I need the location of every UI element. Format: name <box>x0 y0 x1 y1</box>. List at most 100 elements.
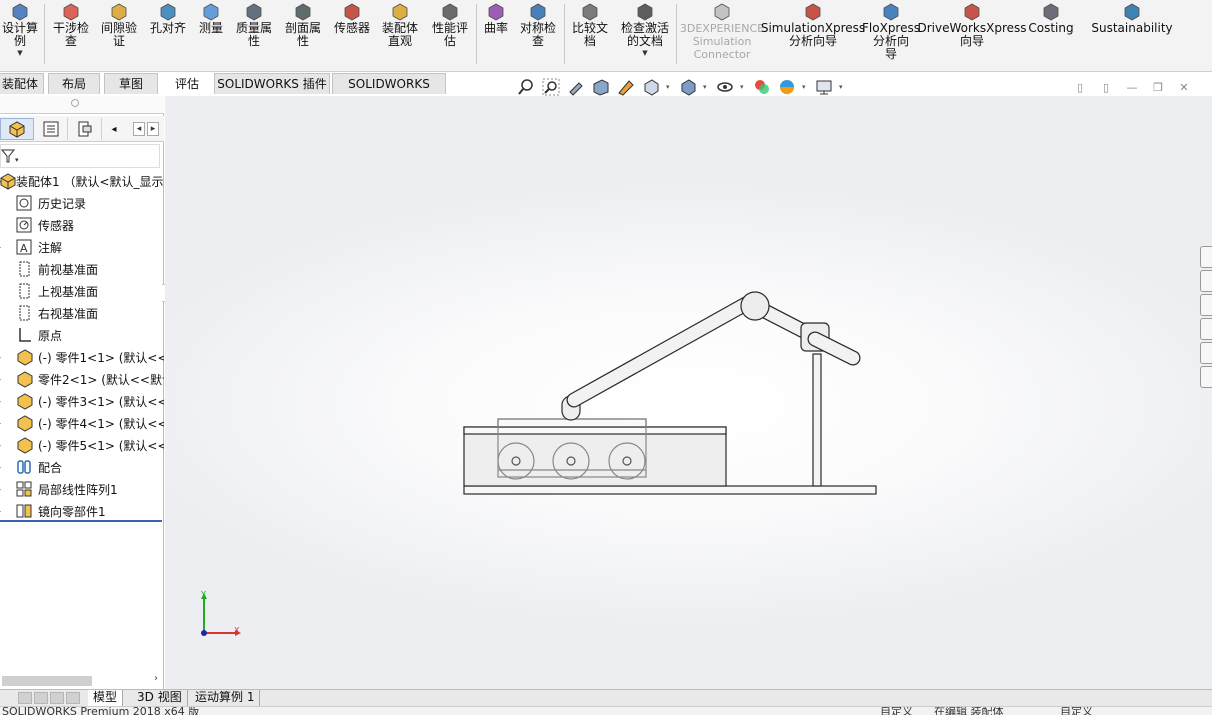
prev-tab-icon[interactable] <box>34 692 48 704</box>
minimize-icon[interactable]: — <box>1124 80 1140 94</box>
performance-evaluation-button[interactable]: 性能评 估 <box>428 2 472 48</box>
expand-arrow-icon[interactable]: › <box>0 485 4 494</box>
curvature-button[interactable]: 曲率 <box>480 2 512 35</box>
tree-filter[interactable]: ▾ <box>0 144 160 168</box>
tab-evaluate[interactable]: 评估 <box>162 73 212 94</box>
check-active-document-button[interactable]: 检查激活 的文档 ▼ <box>616 2 674 57</box>
zoom-to-area-icon[interactable] <box>541 77 561 97</box>
status-units[interactable]: 自定义 <box>1060 707 1093 715</box>
section-view-icon[interactable] <box>591 77 611 97</box>
tab-scroll-right-icon[interactable]: ▸ <box>147 122 159 136</box>
chevron-down-icon[interactable]: ▾ <box>703 83 710 91</box>
bottom-tab-model[interactable]: 模型 <box>88 690 124 706</box>
tree-item-origin[interactable]: 原点 <box>0 324 164 346</box>
interference-check-button[interactable]: 干涉检 查 <box>50 2 92 48</box>
apply-scene-icon[interactable] <box>777 77 797 97</box>
chevron-down-icon[interactable]: ▾ <box>839 83 846 91</box>
tree-item-part3[interactable]: › (-) 零件3<1> (默认<< <box>0 390 164 412</box>
mass-properties-button[interactable]: 质量属 性 <box>232 2 276 48</box>
view-settings-icon[interactable] <box>814 77 834 97</box>
next-tab-icon[interactable] <box>50 692 64 704</box>
scroll-right-icon[interactable]: › <box>154 673 158 684</box>
assembly-visualization-button[interactable]: 装配体 直观 <box>378 2 422 48</box>
chevron-down-icon[interactable]: ▾ <box>740 83 747 91</box>
tile-left-icon[interactable]: ▯ <box>1072 80 1088 94</box>
tree-item-linear-pattern[interactable]: › 局部线性阵列1 <box>0 478 164 500</box>
tab-sketch[interactable]: 草图 <box>104 73 158 94</box>
expand-arrow-icon[interactable]: › <box>0 353 4 362</box>
panel-grip[interactable] <box>0 96 164 114</box>
sustainability-button[interactable]: Sustainability <box>1091 2 1173 35</box>
tab-solidworks-mbd[interactable]: SOLIDWORKS MBD <box>332 73 446 112</box>
task-pane-view-palette-icon[interactable] <box>1200 318 1212 340</box>
expand-arrow-icon[interactable]: › <box>0 243 4 252</box>
chevron-down-icon[interactable]: ▼ <box>17 49 22 57</box>
zoom-to-fit-icon[interactable] <box>516 77 536 97</box>
section-properties-button[interactable]: 剖面属 性 <box>281 2 325 48</box>
bottom-tab-motion-study[interactable]: 运动算例 1 <box>190 690 261 706</box>
expand-arrow-icon[interactable]: › <box>0 507 4 516</box>
tree-item-mirror-component[interactable]: › 镜向零部件1 <box>0 500 164 522</box>
bottom-tab-3d-view[interactable]: 3D 视图 <box>132 690 188 706</box>
configuration-manager-tab-icon[interactable] <box>68 118 102 140</box>
tab-solidworks-addins[interactable]: SOLIDWORKS 插件 <box>214 73 330 94</box>
tree-item-annotations[interactable]: › A 注解 <box>0 236 164 258</box>
dynamic-annotation-icon[interactable] <box>616 77 636 97</box>
edit-appearance-icon[interactable] <box>752 77 772 97</box>
expand-arrow-icon[interactable]: › <box>0 441 4 450</box>
tab-assembly[interactable]: 装配体 <box>0 73 44 94</box>
compare-documents-button[interactable]: 比较文 档 <box>568 2 612 48</box>
tile-right-icon[interactable]: ▯ <box>1098 80 1114 94</box>
tree-item-part2[interactable]: › 零件2<1> (默认<<默认 <box>0 368 164 390</box>
tree-item-history[interactable]: 历史记录 <box>0 192 164 214</box>
tree-item-part1[interactable]: › (-) 零件1<1> (默认<< <box>0 346 164 368</box>
filter-icon[interactable]: ▾ <box>1 148 21 166</box>
chevron-down-icon[interactable]: ▼ <box>642 49 647 57</box>
measure-button[interactable]: 测量 <box>194 2 228 35</box>
first-tab-icon[interactable] <box>18 692 32 704</box>
expand-arrow-icon[interactable]: › <box>0 419 4 428</box>
tree-item-part4[interactable]: › (-) 零件4<1> (默认<< <box>0 412 164 434</box>
tree-item-right-plane[interactable]: 右视基准面 <box>0 302 164 324</box>
tree-item-top-plane[interactable]: 上视基准面 <box>0 280 164 302</box>
tree-item-sensors[interactable]: 传感器 <box>0 214 164 236</box>
property-manager-tab-icon[interactable] <box>34 118 68 140</box>
task-pane-design-library-icon[interactable] <box>1200 270 1212 292</box>
tab-scroll-left-icon[interactable]: ◂ <box>133 122 145 136</box>
last-tab-icon[interactable] <box>66 692 80 704</box>
costing-button[interactable]: Costing <box>1028 2 1074 35</box>
tab-layout[interactable]: 布局 <box>48 73 100 94</box>
tree-item-mates[interactable]: › 配合 <box>0 456 164 478</box>
task-pane-custom-properties-icon[interactable] <box>1200 366 1212 388</box>
driveworksxpress-button[interactable]: DriveWorksXpress 向导 <box>917 2 1027 48</box>
dimxpert-tab-icon[interactable]: ◂ <box>104 118 124 140</box>
chevron-down-icon[interactable]: ▾ <box>802 83 809 91</box>
display-style-icon[interactable] <box>678 77 698 97</box>
3dexperience-connector-button[interactable]: 3DEXPERIENCE Simulation Connector <box>680 2 764 61</box>
hole-alignment-button[interactable]: 孔对齐 <box>146 2 190 35</box>
tree-item-part5[interactable]: › (-) 零件5<1> (默认<< <box>0 434 164 456</box>
panel-horizontal-scrollbar[interactable]: › <box>0 673 162 689</box>
tree-item-front-plane[interactable]: 前视基准面 <box>0 258 164 280</box>
previous-view-icon[interactable] <box>566 77 586 97</box>
graphics-area[interactable]: X Y <box>165 96 1212 689</box>
close-icon[interactable]: ✕ <box>1176 80 1192 94</box>
chevron-down-icon[interactable]: ▾ <box>666 83 673 91</box>
task-pane-appearances-icon[interactable] <box>1200 342 1212 364</box>
sensor-button[interactable]: 传感器 <box>330 2 374 35</box>
hide-show-items-icon[interactable] <box>715 77 735 97</box>
feature-manager-tab-icon[interactable] <box>0 118 34 140</box>
task-pane-file-explorer-icon[interactable] <box>1200 294 1212 316</box>
design-study-button[interactable]: 设计算 例 ▼ <box>0 2 40 57</box>
clearance-verify-button[interactable]: 间隙验 证 <box>96 2 142 48</box>
expand-arrow-icon[interactable]: › <box>0 375 4 384</box>
simulationxpress-button[interactable]: SimulationXpress 分析向导 <box>761 2 865 48</box>
expand-arrow-icon[interactable]: › <box>0 463 4 472</box>
floxpress-button[interactable]: FloXpress 分析向 导 <box>862 2 920 61</box>
restore-icon[interactable]: ❐ <box>1150 80 1166 94</box>
expand-arrow-icon[interactable]: › <box>0 397 4 406</box>
symmetry-check-button[interactable]: 对称检 查 <box>516 2 560 48</box>
rollback-bar[interactable] <box>0 520 162 522</box>
tree-item-assembly1[interactable]: ›装配体1 （默认<默认_显示状 <box>0 170 164 192</box>
view-orientation-icon[interactable] <box>641 77 661 97</box>
